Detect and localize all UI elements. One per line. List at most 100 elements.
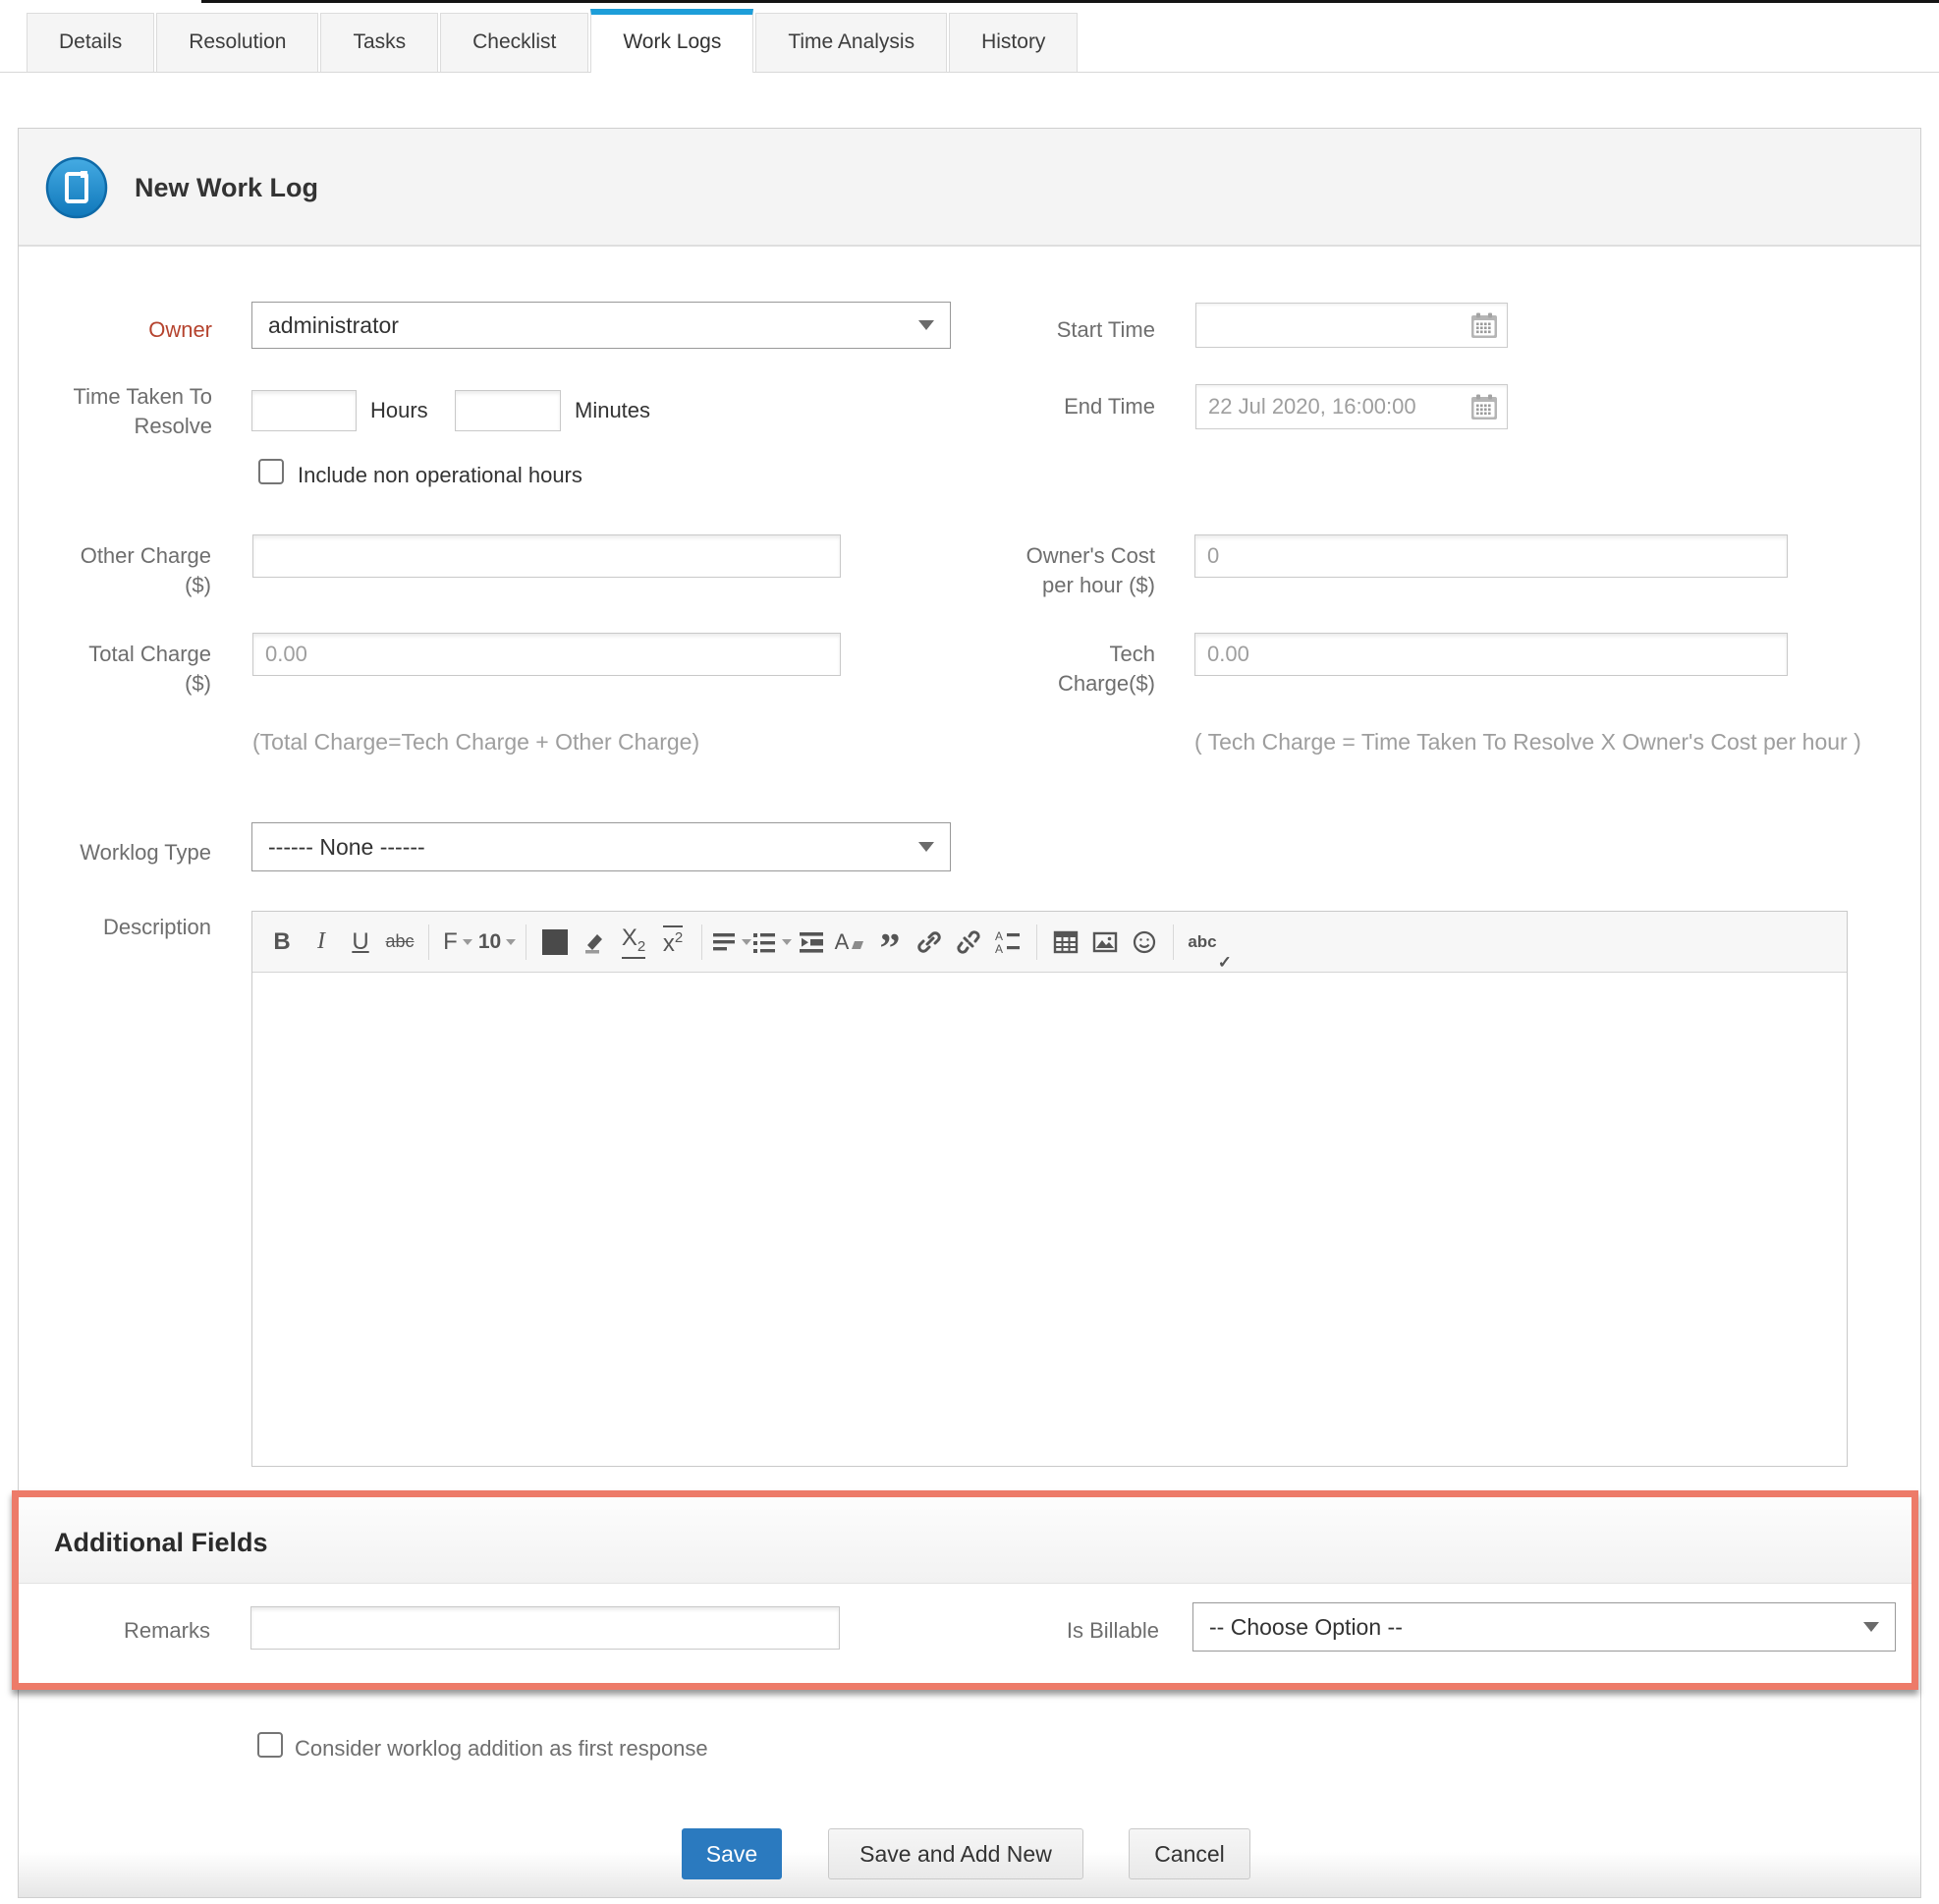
- tab-details[interactable]: Details: [27, 13, 154, 72]
- subscript-icon[interactable]: X2: [614, 922, 653, 963]
- additional-fields-section: Additional Fields Remarks Is Billable --…: [12, 1490, 1918, 1690]
- owner-select-value: administrator: [268, 312, 399, 339]
- additional-fields-header: Additional Fields: [19, 1497, 1911, 1584]
- owner-label: Owner: [19, 315, 212, 345]
- remove-format-icon[interactable]: A: [831, 922, 870, 963]
- owners-cost-input[interactable]: [1194, 534, 1788, 578]
- underline-icon[interactable]: U: [341, 922, 380, 963]
- chevron-down-icon: [742, 939, 751, 945]
- is-billable-select[interactable]: -- Choose Option --: [1192, 1602, 1896, 1652]
- panel-header: New Work Log: [19, 129, 1920, 247]
- superscript-icon[interactable]: x2: [653, 922, 692, 963]
- worklog-document-icon: [45, 156, 108, 219]
- strikethrough-icon[interactable]: abc: [380, 922, 419, 963]
- cancel-button[interactable]: Cancel: [1129, 1828, 1250, 1879]
- italic-icon[interactable]: I: [302, 922, 341, 963]
- link-icon[interactable]: [910, 922, 949, 963]
- save-and-add-new-button[interactable]: Save and Add New: [828, 1828, 1083, 1879]
- check-icon: ✓: [1218, 953, 1232, 973]
- owners-cost-label: Owner's Cost per hour ($): [932, 541, 1155, 600]
- tab-bar: Details Resolution Tasks Checklist Work …: [0, 10, 1939, 73]
- chevron-down-icon: [1863, 1622, 1879, 1632]
- save-button[interactable]: Save: [682, 1828, 782, 1879]
- subscript-base: X: [622, 924, 637, 951]
- time-taken-label: Time Taken To Resolve: [19, 382, 212, 441]
- indent-icon[interactable]: [792, 922, 831, 963]
- remove-format-letter: A: [835, 929, 850, 955]
- end-time-value: 22 Jul 2020, 16:00:00: [1208, 394, 1416, 420]
- subscript-digit: 2: [637, 938, 645, 955]
- work-log-page: Details Resolution Tasks Checklist Work …: [0, 0, 1939, 1904]
- tab-work-logs[interactable]: Work Logs: [590, 9, 753, 73]
- toolbar-separator: [701, 924, 702, 960]
- tech-charge-input: [1194, 633, 1788, 676]
- svg-text:A: A: [995, 942, 1003, 955]
- tab-history[interactable]: History: [949, 13, 1078, 72]
- highlight-icon[interactable]: [575, 922, 614, 963]
- tab-checklist[interactable]: Checklist: [440, 13, 588, 72]
- description-editor: B I U abc F 10 X2 x2: [251, 911, 1848, 1467]
- other-charge-input[interactable]: [252, 534, 841, 578]
- window-top-edge: [201, 0, 1939, 3]
- is-billable-value: -- Choose Option --: [1209, 1614, 1403, 1641]
- quote-glyph: ”: [880, 939, 901, 959]
- blockquote-icon[interactable]: ”: [870, 922, 910, 963]
- line-height-icon[interactable]: AA: [988, 922, 1027, 963]
- tech-charge-label: Tech Charge($): [932, 640, 1155, 699]
- superscript-base: x: [663, 930, 675, 957]
- worklog-type-label: Worklog Type: [19, 838, 211, 868]
- calendar-icon[interactable]: [1469, 310, 1499, 340]
- bold-icon[interactable]: B: [262, 922, 302, 963]
- total-charge-label: Total Charge ($): [19, 640, 211, 699]
- description-textarea[interactable]: [252, 973, 1847, 1466]
- tab-time-analysis[interactable]: Time Analysis: [755, 13, 947, 72]
- list-icon[interactable]: [751, 922, 792, 963]
- remarks-input[interactable]: [250, 1606, 840, 1650]
- worklog-type-select[interactable]: ------ None ------: [251, 822, 951, 871]
- tab-tasks[interactable]: Tasks: [320, 13, 438, 72]
- owner-select[interactable]: administrator: [251, 302, 951, 349]
- spellcheck-text: abc: [1188, 932, 1216, 952]
- page-title: New Work Log: [135, 129, 318, 247]
- description-label: Description: [19, 913, 211, 942]
- remarks-label: Remarks: [19, 1616, 210, 1646]
- tech-charge-formula: ( Tech Charge = Time Taken To Resolve X …: [1194, 726, 1882, 757]
- start-time-input[interactable]: [1195, 303, 1508, 348]
- font-size-value: 10: [478, 930, 501, 954]
- minutes-label: Minutes: [575, 396, 712, 425]
- calendar-icon[interactable]: [1469, 392, 1499, 421]
- other-charge-label: Other Charge ($): [19, 541, 211, 600]
- chevron-down-icon: [506, 939, 516, 945]
- additional-fields-title: Additional Fields: [54, 1497, 268, 1588]
- table-icon[interactable]: [1046, 922, 1085, 963]
- first-response-checkbox[interactable]: [257, 1732, 283, 1758]
- font-size-icon[interactable]: 10: [477, 922, 517, 963]
- worklog-type-value: ------ None ------: [268, 834, 425, 861]
- toolbar-separator: [428, 924, 429, 960]
- tab-resolution[interactable]: Resolution: [156, 13, 318, 72]
- additional-fields-body: Remarks Is Billable -- Choose Option --: [19, 1584, 1911, 1683]
- chevron-down-icon: [918, 842, 934, 852]
- superscript-digit: 2: [675, 929, 683, 946]
- unlink-icon[interactable]: [949, 922, 988, 963]
- font-family-letter: F: [443, 928, 458, 956]
- hours-input[interactable]: [251, 390, 357, 431]
- start-time-label: Start Time: [932, 315, 1155, 345]
- minutes-input[interactable]: [455, 390, 561, 431]
- toolbar-separator: [1036, 924, 1037, 960]
- align-icon[interactable]: [711, 922, 751, 963]
- editor-toolbar: B I U abc F 10 X2 x2: [252, 912, 1847, 973]
- end-time-input[interactable]: 22 Jul 2020, 16:00:00: [1195, 384, 1508, 429]
- toolbar-separator: [1173, 924, 1174, 960]
- chevron-down-icon: [463, 939, 472, 945]
- font-color-icon[interactable]: [535, 922, 575, 963]
- include-non-operational-checkbox[interactable]: [258, 459, 284, 484]
- spellcheck-icon[interactable]: abc ✓: [1183, 922, 1222, 963]
- color-swatch: [542, 929, 568, 955]
- image-icon[interactable]: [1085, 922, 1125, 963]
- include-non-operational-label: Include non operational hours: [298, 461, 710, 490]
- emoji-icon[interactable]: [1125, 922, 1164, 963]
- chevron-down-icon: [782, 939, 792, 945]
- font-family-icon[interactable]: F: [438, 922, 477, 963]
- total-charge-formula: (Total Charge=Tech Charge + Other Charge…: [252, 726, 881, 757]
